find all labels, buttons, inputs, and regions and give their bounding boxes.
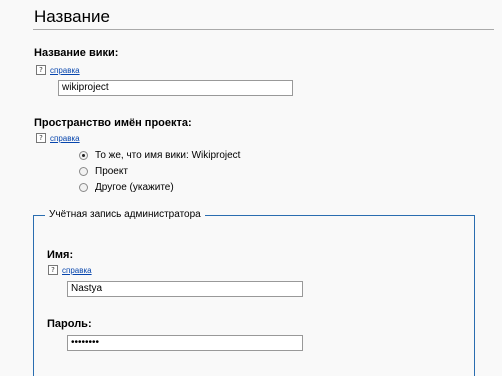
namespace-option-same[interactable]: То же, что имя вики: Wikiproject (79, 150, 240, 161)
radio-selected-icon[interactable] (79, 151, 88, 160)
namespace-help-link[interactable]: справка (50, 134, 80, 143)
namespace-help: ? справка (36, 133, 80, 143)
radio-icon[interactable] (79, 183, 88, 192)
wiki-name-help-link[interactable]: справка (50, 66, 80, 75)
namespace-option-project[interactable]: Проект (79, 166, 128, 177)
help-question-icon: ? (36, 133, 46, 143)
page-title: Название (34, 7, 110, 26)
radio-icon[interactable] (79, 167, 88, 176)
wiki-name-label: Название вики: (34, 47, 119, 59)
admin-password-label: Пароль: (47, 318, 92, 330)
admin-password-input[interactable]: •••••••• (67, 335, 303, 351)
admin-name-label: Имя: (47, 249, 74, 261)
title-divider (33, 29, 494, 30)
admin-name-help-link[interactable]: справка (62, 266, 92, 275)
help-question-icon: ? (36, 65, 46, 75)
namespace-option-other[interactable]: Другое (укажите) (79, 182, 174, 193)
wiki-name-input[interactable]: wikiproject (58, 80, 293, 96)
help-question-icon: ? (48, 265, 58, 275)
namespace-label: Пространство имён проекта: (34, 117, 192, 129)
admin-account-legend: Учётная запись администратора (45, 209, 205, 220)
admin-name-input[interactable]: Nastya (67, 281, 303, 297)
namespace-option-label: Проект (95, 166, 128, 177)
admin-name-help: ? справка (48, 265, 92, 275)
namespace-option-label: То же, что имя вики: Wikiproject (95, 150, 241, 161)
wiki-name-help: ? справка (36, 65, 80, 75)
namespace-option-label: Другое (укажите) (95, 182, 174, 193)
